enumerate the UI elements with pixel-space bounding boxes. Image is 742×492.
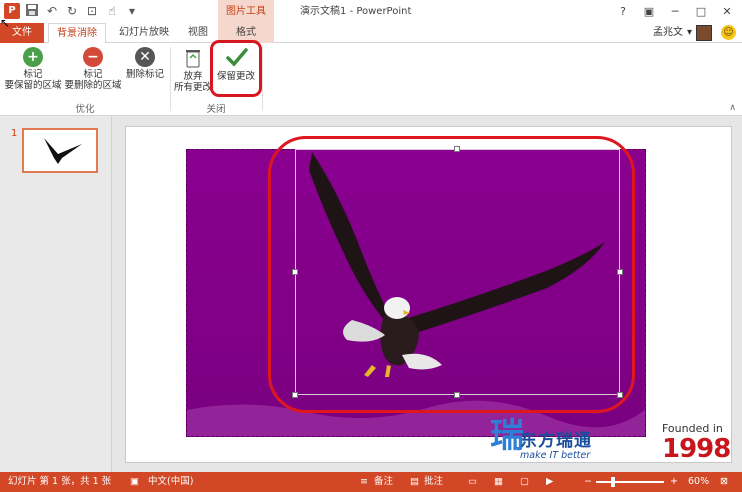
mark-remove-label-1: 标记 [83,69,103,80]
proofing-icon[interactable]: ▣ [130,472,139,492]
reading-view-icon[interactable]: ▢ [520,472,529,492]
customize-qat-icon[interactable]: ▾ [124,3,140,19]
undo-icon[interactable]: ↶ [44,3,60,19]
delete-mark-icon: ✕ [135,47,155,67]
zoom-out-button[interactable]: − [584,472,592,492]
fit-slide-icon[interactable]: ⊠ [720,472,728,492]
eagle-thumbnail-icon [44,138,82,164]
zoom-slider[interactable] [596,481,664,483]
zoom-level[interactable]: 60% [688,472,709,492]
ribbon-tabs: 文件 背景消除 幻灯片放映 视图 格式 孟兆文 ▾ ☺ [0,23,742,44]
ribbon-display-icon[interactable]: ▣ [636,0,662,23]
status-bar: 幻灯片 第 1 张，共 1 张 ▣ 中文(中国) ≡ 备注 ▤ 批注 ▭ ▦ ▢… [0,472,742,492]
smiley-feedback-icon[interactable]: ☺ [721,25,736,40]
watermark-year: 1998 [662,434,731,464]
redo-icon[interactable]: ↻ [64,3,80,19]
annotation-red-outline [268,136,635,413]
ribbon: + 标记 要保留的区域 − 标记 要删除的区域 ✕ 删除标记 优化 放弃 所有更… [0,43,742,116]
watermark-ray-char: 瑞 [490,416,524,456]
notes-button[interactable]: 备注 [374,472,393,492]
group-label-refine: 优化 [75,104,95,115]
mark-keep-button[interactable]: + 标记 要保留的区域 [4,47,62,91]
title-bar: P ↶ ↻ ⊡ ☝ ▾ 图片工具 演示文稿1 - PowerPoint ? ▣ … [0,0,742,23]
help-button[interactable]: ? [610,0,636,23]
zoom-slider-thumb[interactable] [611,477,615,487]
slide-number: 1 [11,128,18,139]
user-account[interactable]: 孟兆文 ▾ [653,23,712,43]
normal-view-icon[interactable]: ▭ [468,472,477,492]
watermark-slogan: make IT better [520,450,591,461]
slideshow-view-icon[interactable]: ▶ [546,472,553,492]
group-separator [262,47,263,111]
quick-access-toolbar: P ↶ ↻ ⊡ ☝ ▾ [4,3,140,19]
mark-remove-button[interactable]: − 标记 要删除的区域 [64,47,122,91]
tab-view[interactable]: 视图 [180,23,216,43]
close-button[interactable]: ✕ [714,0,740,23]
notes-icon[interactable]: ≡ [360,472,368,492]
recycle-bin-icon [182,47,204,69]
window-controls: ? ▣ ─ □ ✕ [610,0,740,23]
tab-slideshow[interactable]: 幻灯片放映 [112,23,176,43]
tab-background-removal[interactable]: 背景消除 [48,23,106,44]
mark-remove-label-2: 要删除的区域 [64,80,122,91]
discard-changes-button[interactable]: 放弃 所有更改 [173,47,213,93]
zoom-in-button[interactable]: + [670,472,678,492]
save-icon[interactable] [24,3,40,19]
window-title: 演示文稿1 - PowerPoint [300,6,412,17]
discard-label-2: 所有更改 [173,82,212,93]
group-label-close: 关闭 [206,104,226,115]
watermark-company-cn: 东方瑞通 [520,431,592,451]
collapse-ribbon-icon[interactable]: ∧ [729,103,736,113]
mark-keep-label-2: 要保留的区域 [4,80,62,91]
restore-button[interactable]: □ [688,0,714,23]
delete-mark-button[interactable]: ✕ 删除标记 [124,47,166,80]
comments-button[interactable]: 批注 [424,472,443,492]
avatar [696,25,712,41]
slide-sorter-icon[interactable]: ▦ [494,472,503,492]
watermark-logo: 瑞 东方瑞通 make IT better Founded in 1998 [490,408,742,472]
language-status[interactable]: 中文(中国) [148,472,193,492]
mouse-cursor-icon: ↖ [0,16,11,30]
slide-thumbnail-pane: 1 [0,116,112,472]
touch-mode-icon[interactable]: ☝ [104,3,120,19]
slide-count-status: 幻灯片 第 1 张，共 1 张 [8,476,112,487]
user-name: 孟兆文 [652,27,683,38]
slideshow-from-start-icon[interactable]: ⊡ [84,3,100,19]
minimize-button[interactable]: ─ [662,0,688,23]
comments-icon[interactable]: ▤ [410,472,419,492]
minus-circle-icon: − [83,47,103,67]
delete-mark-label: 删除标记 [125,69,164,80]
picture-tools-label: 图片工具 [218,0,274,23]
user-menu-chevron-icon: ▾ [686,27,692,38]
slide-thumbnail[interactable] [22,128,98,173]
plus-circle-icon: + [23,47,43,67]
keep-changes-highlight [210,40,262,97]
discard-label-1: 放弃 [183,71,203,82]
mark-keep-label-1: 标记 [23,69,43,80]
group-separator [170,47,171,111]
